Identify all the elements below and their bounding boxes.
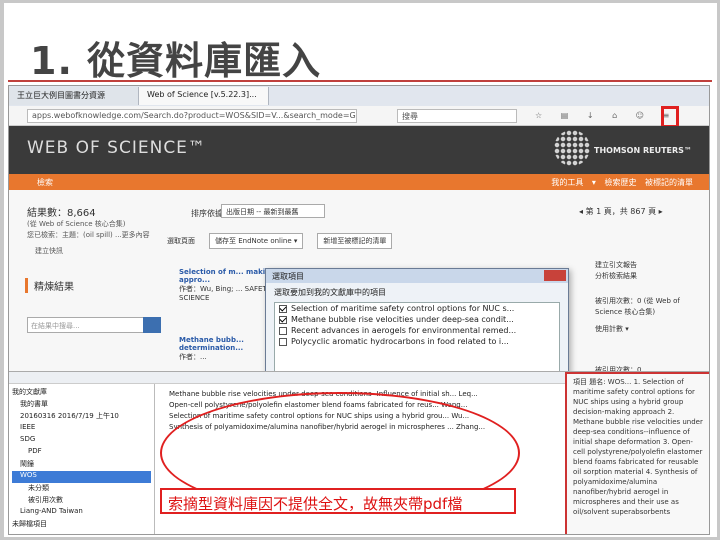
refine-search-button[interactable] [143, 317, 161, 333]
result-count-label: 結果數：8,664 [27, 208, 96, 219]
thomson-reuters-logo-icon [554, 130, 590, 166]
action-bar: 選取頁面 儲存至 EndNote online ▾ 新增至被標記的清單 [167, 232, 707, 250]
times-cited-1: 被引用次數：0 (從 Web of Science 核心合集) [595, 297, 680, 316]
tree-item[interactable]: IEEE [12, 423, 151, 435]
tree-item[interactable]: PDF [12, 447, 151, 459]
select-page-checkbox[interactable]: 選取頁面 [167, 236, 195, 246]
select-items-dialog: 選取項目 選取要加到我的文獻庫中的項目 Selection of maritim… [265, 268, 569, 380]
wos-logo: WEB OF SCIENCE™ [27, 138, 206, 158]
dialog-item[interactable]: Selection of maritime safety control opt… [275, 303, 559, 314]
tree-item[interactable]: 20160316 2016/7/19 上午10 [12, 411, 151, 423]
create-alert-link[interactable]: 建立快訊 [35, 246, 63, 256]
tree-item[interactable]: 被引用次數 [12, 495, 151, 507]
search-query: 您已檢索：主題：(oil spill) ...更多內容 [27, 231, 150, 239]
tree-item[interactable]: 未分類 [12, 483, 151, 495]
checkbox-icon[interactable] [279, 337, 287, 346]
tree-item[interactable]: 鬧鐘 [12, 459, 151, 471]
tree-item[interactable]: Liang-AND Taiwan [12, 507, 151, 519]
save-endnote-button[interactable]: 儲存至 EndNote online ▾ [209, 233, 304, 249]
toolbar-icons[interactable]: ☆ ▤ ↓ ⌂ ☺ ≡ [535, 111, 677, 120]
close-icon[interactable] [544, 270, 566, 281]
checkbox-checked-icon[interactable] [279, 315, 287, 324]
dialog-title: 選取項目 [266, 269, 568, 283]
tree-item[interactable]: 未歸檔項目 [12, 519, 151, 531]
record-1-title[interactable]: Selection of m... making appro... [179, 268, 279, 284]
refine-heading: 精煉結果 [25, 278, 74, 293]
browser-tab-library[interactable]: 王立巨大例目圖書分資源 [9, 87, 139, 105]
browser-tab-wos[interactable]: Web of Science [v.5.22.3]... [139, 87, 269, 105]
analyze-results-link[interactable]: 分析檢索結果 [595, 271, 705, 282]
zotero-button-highlight[interactable] [661, 106, 679, 128]
browser-toolbar: apps.webofknowledge.com/Search.do?produc… [9, 106, 709, 126]
slide-title: 1. 從資料庫匯入 [30, 39, 322, 83]
result-count-source: (從 Web of Science 核心合集) [27, 220, 126, 228]
browser-tab-strip: 王立巨大例目圖書分資源 Web of Science [v.5.22.3]... [9, 86, 709, 106]
dialog-item[interactable]: Recent advances in aerogels for environm… [275, 325, 559, 336]
record-2-title[interactable]: Methane bubb... determination... [179, 336, 279, 352]
checkbox-checked-icon[interactable] [279, 304, 287, 313]
add-marked-list-button[interactable]: 新增至被標記的清單 [317, 233, 393, 249]
url-bar[interactable]: apps.webofknowledge.com/Search.do?produc… [27, 108, 357, 123]
tree-item[interactable]: SDG [12, 435, 151, 447]
usage-count[interactable]: 使用計數 ▾ [595, 324, 705, 335]
title-divider [8, 80, 712, 82]
record-2-meta: 作者：... [179, 353, 207, 361]
pager[interactable]: ◂ 第 1 頁，共 867 頁 ▸ [579, 206, 663, 217]
dialog-item[interactable]: Methane bubble rise velocities under dee… [275, 314, 559, 325]
record-1-meta: 作者：Wu, Bing; ... SAFETY SCIENCE [179, 285, 272, 302]
browser-search-input[interactable]: 搜尋 [397, 108, 517, 123]
refine-search-input[interactable]: 在結果中搜尋... [27, 317, 161, 333]
record-1[interactable]: Selection of m... making appro... 作者：Wu,… [179, 268, 279, 302]
wos-header: WEB OF SCIENCE™ THOMSON REUTERS™ [9, 126, 709, 174]
tree-item-selected[interactable]: WOS [12, 471, 151, 483]
search-tab[interactable]: 檢索 [37, 177, 53, 188]
tools-menu[interactable]: 我的工具 ▾ 檢索歷史 被標記的清單 [551, 177, 693, 188]
item-detail-panel: 項目 題名: WOS... 1. Selection of maritime s… [565, 372, 709, 534]
dialog-item[interactable]: Polycyclic aromatic hydrocarbons in food… [275, 336, 559, 347]
record-2[interactable]: Methane bubb... determination... 作者：... [179, 336, 279, 362]
citation-report-link[interactable]: 建立引文報告 [595, 260, 705, 271]
tree-item[interactable]: 我的書單 [12, 399, 151, 411]
dialog-item-list: Selection of maritime safety control opt… [274, 302, 560, 372]
sort-select[interactable]: 出版日期 -- 最新到最舊 [221, 204, 325, 218]
tree-item[interactable]: 我的文獻庫 [12, 387, 151, 399]
right-sidebar: 建立引文報告 分析檢索結果 被引用次數：0 (從 Web of Science … [595, 260, 705, 376]
wos-nav-bar: 檢索 我的工具 ▾ 檢索歷史 被標記的清單 [9, 174, 709, 190]
collection-tree: 我的文獻庫 我的書單 20160316 2016/7/19 上午10 IEEE … [9, 384, 155, 534]
result-count: 結果數：8,664 (從 Web of Science 核心合集) [27, 204, 126, 229]
publisher-logo: THOMSON REUTERS™ [594, 146, 692, 155]
checkbox-icon[interactable] [279, 326, 287, 335]
annotation-note: 索摘型資料庫因不提供全文，故無夾帶pdf檔 [160, 488, 516, 514]
dialog-subtitle: 選取要加到我的文獻庫中的項目 [274, 288, 386, 297]
